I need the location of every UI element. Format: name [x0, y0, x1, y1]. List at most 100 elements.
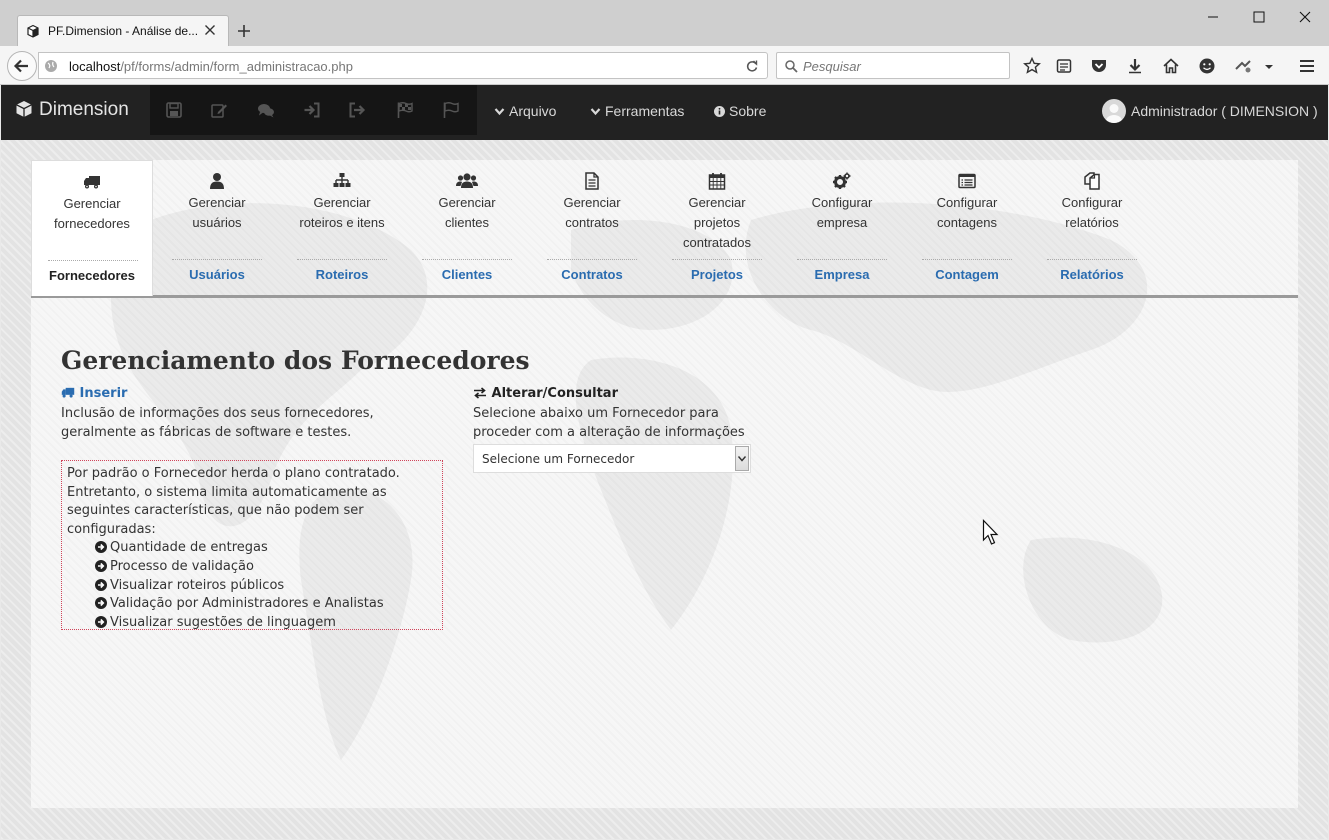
sitemap-icon — [333, 173, 351, 187]
globe-icon — [45, 60, 57, 72]
notice-list: Quantidade de entregas Processo de valid… — [95, 539, 442, 632]
menu-ferramentas-label: Ferramentas — [605, 103, 685, 119]
menu-sobre-label: Sobre — [729, 103, 767, 119]
tab-description: Gerenciar clientes — [438, 195, 496, 230]
tab-usuarios[interactable]: Gerenciar usuários Usuários — [156, 160, 278, 296]
insert-label: Inserir — [79, 386, 128, 401]
tab-label: Projetos — [690, 267, 743, 282]
file-text-icon — [585, 172, 599, 190]
tab-separator — [48, 260, 138, 261]
menu-arquivo[interactable]: Arquivo — [494, 103, 556, 119]
menu-arquivo-label: Arquivo — [509, 103, 557, 119]
hamburger-menu-icon[interactable] — [1298, 57, 1316, 75]
toolbar — [150, 85, 477, 135]
avatar — [1102, 99, 1126, 123]
tab-empresa[interactable]: Configurar empresa Empresa — [781, 160, 903, 296]
smiley-icon[interactable] — [1198, 57, 1216, 75]
tab-separator — [172, 259, 262, 260]
truck-icon — [61, 387, 75, 398]
home-icon[interactable] — [1162, 57, 1180, 75]
tab-contratos[interactable]: Gerenciar contratos Contratos — [531, 160, 653, 296]
browser-titlebar: PF.Dimension - Análise de... — [0, 0, 1329, 46]
tab-separator — [922, 259, 1012, 260]
select-dropdown-button[interactable] — [735, 446, 749, 471]
comments-icon[interactable] — [257, 101, 275, 119]
admin-tabs: Gerenciar fornecedores Fornecedores Geren… — [31, 160, 1298, 298]
tab-separator — [297, 259, 387, 260]
close-window-icon[interactable] — [1296, 8, 1314, 26]
back-button[interactable] — [7, 51, 37, 81]
insert-description: Inclusão de informações dos seus fornece… — [61, 406, 374, 440]
chevron-down-icon[interactable] — [1262, 57, 1276, 75]
search-input[interactable]: Pesquisar — [776, 52, 1010, 79]
tab-separator — [547, 259, 637, 260]
arrow-left-icon — [13, 59, 28, 73]
search-placeholder: Pesquisar — [803, 59, 861, 74]
sign-in-icon[interactable] — [303, 101, 321, 119]
menu-ferramentas[interactable]: Ferramentas — [590, 103, 684, 119]
pocket-icon[interactable] — [1090, 57, 1108, 75]
supplier-select-value: Selecione um Fornecedor — [482, 452, 635, 466]
url-bar[interactable]: localhost/pf/forms/admin/form_administra… — [38, 52, 768, 79]
sign-out-icon[interactable] — [348, 101, 366, 119]
close-tab-icon[interactable] — [203, 23, 217, 37]
minimize-icon[interactable] — [1204, 8, 1222, 26]
arrow-circle-right-icon — [95, 597, 107, 610]
tab-relatorios[interactable]: Configurar relatórios Relatórios — [1031, 160, 1153, 296]
list-alt-icon — [958, 173, 976, 189]
tab-description: Gerenciar projetos contratados — [683, 195, 751, 250]
notice-box: Por padrão o Fornecedor herda o plano co… — [61, 460, 443, 630]
edit-icon[interactable] — [210, 101, 228, 119]
reading-list-icon[interactable] — [1055, 57, 1073, 75]
info-circle-icon — [714, 106, 725, 117]
calendar-icon — [708, 173, 726, 190]
menu-sobre[interactable]: Sobre — [714, 103, 766, 119]
alter-description: Selecione abaixo um Fornecedor para proc… — [473, 406, 745, 440]
tab-label: Fornecedores — [49, 268, 135, 283]
tab-separator — [1047, 259, 1137, 260]
reload-icon[interactable] — [745, 59, 759, 73]
chevron-down-icon — [590, 108, 601, 116]
cube-icon — [27, 24, 39, 38]
maximize-icon[interactable] — [1250, 8, 1268, 26]
arrow-circle-right-icon — [95, 541, 107, 554]
tab-contagem[interactable]: Configurar contagens Contagem — [906, 160, 1028, 296]
app-navbar: Dimension Arquivo Ferramentas Sobre Admi… — [1, 85, 1328, 140]
tab-label: Roteiros — [315, 267, 369, 282]
mouse-cursor-icon — [982, 519, 999, 545]
tab-clientes[interactable]: Gerenciar clientes Clientes — [406, 160, 528, 296]
bookmark-star-icon[interactable] — [1023, 57, 1041, 75]
users-icon — [456, 173, 478, 188]
page-title: Gerenciamento dos Fornecedores — [61, 346, 530, 375]
brand[interactable]: Dimension — [15, 99, 129, 121]
user-icon — [210, 173, 224, 189]
copy-icon — [1084, 172, 1100, 190]
tab-projetos[interactable]: Gerenciar projetos contratados Projetos — [656, 160, 778, 296]
tab-separator — [672, 259, 762, 260]
download-icon[interactable] — [1126, 57, 1144, 75]
flag-checkered-icon[interactable] — [396, 101, 414, 119]
list-item: Visualizar sugestões de linguagem — [95, 614, 442, 633]
save-icon[interactable] — [165, 101, 183, 119]
tab-fornecedores[interactable]: Gerenciar fornecedores Fornecedores — [31, 160, 153, 296]
insert-link[interactable]: Inserir — [61, 386, 127, 401]
brand-label: Dimension — [39, 99, 129, 120]
search-icon — [785, 60, 798, 73]
tab-description: Gerenciar usuários — [188, 195, 246, 230]
supplier-select[interactable]: Selecione um Fornecedor — [473, 444, 751, 473]
browser-tab[interactable]: PF.Dimension - Análise de... — [17, 15, 229, 46]
tab-label: Relatórios — [1060, 267, 1124, 282]
truck-icon — [84, 176, 100, 189]
user-menu[interactable]: Administrador ( DIMENSION ) — [1102, 99, 1318, 123]
new-tab-icon[interactable] — [236, 23, 252, 39]
flag-icon[interactable] — [442, 101, 460, 119]
tab-label: Contratos — [561, 267, 623, 282]
cube-icon — [16, 101, 32, 117]
chevron-down-icon — [737, 456, 747, 462]
extension-icon[interactable] — [1234, 57, 1252, 75]
user-name: Administrador ( DIMENSION ) — [1131, 103, 1318, 119]
list-item: Validação por Administradores e Analista… — [95, 595, 442, 614]
tab-roteiros[interactable]: Gerenciar roteiros e itens Roteiros — [281, 160, 403, 296]
arrow-circle-right-icon — [95, 559, 107, 572]
alter-consult-label: Alterar/Consultar — [491, 386, 618, 401]
